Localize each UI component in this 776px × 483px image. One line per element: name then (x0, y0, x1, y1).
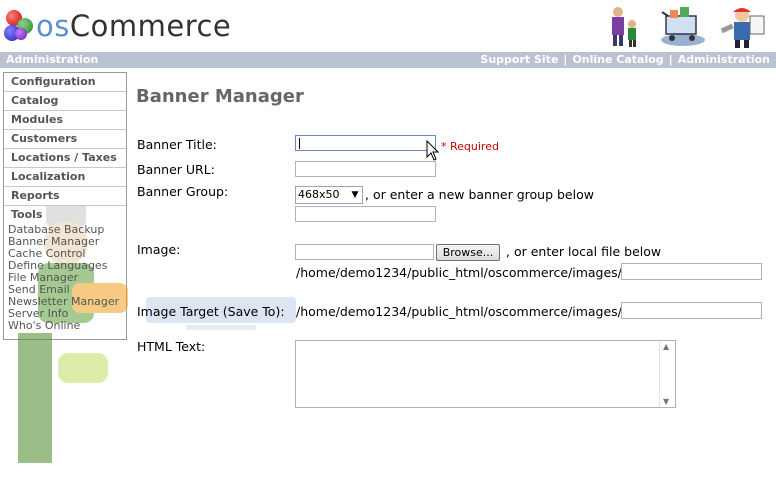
image-file-input[interactable] (295, 244, 434, 260)
sidebar-configuration[interactable]: Configuration (4, 73, 126, 92)
image-target-label: Image Target (Save To): (137, 304, 285, 319)
image-target-input[interactable] (621, 302, 762, 319)
banner-group-select[interactable]: 468x50 ▼ (295, 186, 363, 204)
image-hint: , or enter local file below (506, 244, 662, 259)
oscommerce-logo[interactable]: osCommerce (4, 8, 231, 44)
sidebar-item-whos-online[interactable]: Who's Online (8, 320, 126, 332)
tools-submenu: Database Backup Banner Manager Cache Con… (4, 224, 126, 332)
sidebar-tools[interactable]: Tools (4, 206, 126, 224)
html-text-label: HTML Text: (137, 339, 206, 354)
sidebar-locations-taxes[interactable]: Locations / Taxes (4, 149, 126, 168)
topbar-separator: | (668, 53, 673, 66)
mouse-cursor-icon (426, 140, 440, 161)
scroll-up-icon[interactable]: ▲ (663, 342, 669, 351)
banner-group-selected: 468x50 (298, 188, 340, 201)
html-text-textarea[interactable]: ▲ ▼ (295, 340, 676, 408)
new-banner-group-input[interactable] (295, 206, 436, 222)
online-catalog-link[interactable]: Online Catalog (572, 53, 663, 66)
sidebar-localization[interactable]: Localization (4, 168, 126, 187)
administration-link[interactable]: Administration (678, 53, 770, 66)
banner-title-label: Banner Title: (137, 137, 217, 152)
required-indicator: * Required (441, 140, 499, 153)
banner-group-label: Banner Group: (137, 184, 229, 199)
header-illustrations (596, 4, 770, 48)
banner-url-input[interactable] (295, 161, 436, 177)
chevron-down-icon: ▼ (351, 190, 359, 200)
image-path-prefix: /home/demo1234/public_html/oscommerce/im… (296, 265, 622, 280)
browse-button[interactable]: Browse... (436, 244, 500, 261)
banner-url-label: Banner URL: (137, 162, 215, 177)
topbar-separator: | (563, 53, 568, 66)
shopping-cart-icon (661, 7, 705, 46)
logo-text-os: os (36, 8, 70, 43)
image-target-prefix: /home/demo1234/public_html/oscommerce/im… (296, 304, 622, 319)
image-label: Image: (137, 242, 181, 257)
support-site-link[interactable]: Support Site (480, 53, 558, 66)
text-caret (299, 138, 300, 149)
sidebar-customers[interactable]: Customers (4, 130, 126, 149)
topbar-links: Support Site | Online Catalog | Administrati… (480, 52, 770, 68)
sidebar-reports[interactable]: Reports (4, 187, 126, 206)
image-local-input[interactable] (621, 263, 762, 280)
mechanic-icon (720, 8, 765, 48)
sidebar-modules[interactable]: Modules (4, 111, 126, 130)
textarea-scrollbar[interactable]: ▲ ▼ (659, 341, 675, 407)
page-title: Banner Manager (136, 86, 304, 107)
logo-text-commerce: Commerce (69, 8, 232, 43)
banner-title-input[interactable] (295, 135, 436, 151)
logo-balls-icon (4, 10, 34, 42)
admin-sidebar: Configuration Catalog Modules Customers … (3, 72, 128, 463)
sidebar-catalog[interactable]: Catalog (4, 92, 126, 111)
topbar-administration-label: Administration (6, 53, 99, 66)
scroll-down-icon[interactable]: ▼ (663, 397, 669, 406)
family-icon (612, 7, 636, 47)
banner-group-hint: , or enter a new banner group below (365, 187, 594, 202)
admin-top-bar: Administration Support Site | Online Catal… (0, 52, 776, 68)
